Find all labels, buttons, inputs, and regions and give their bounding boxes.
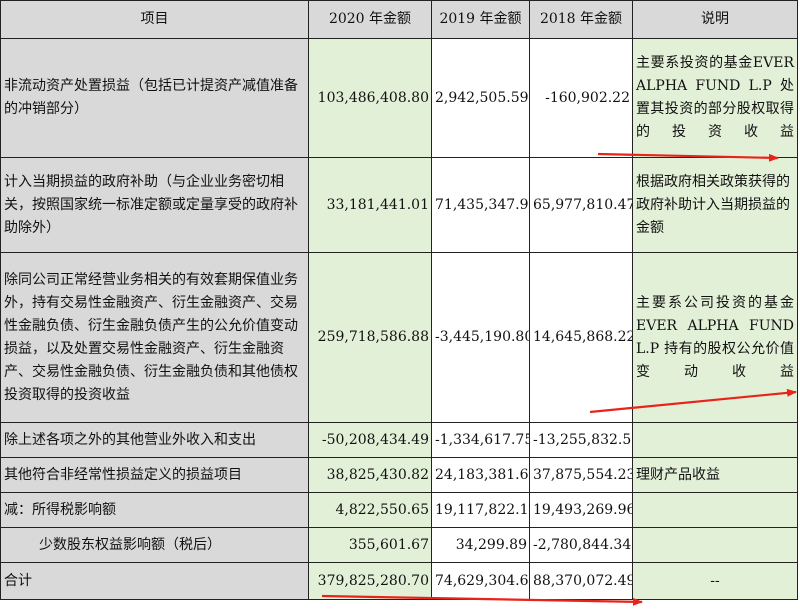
row-2018: 65,977,810.47: [529, 157, 633, 253]
row-note: 理财产品收益: [632, 457, 798, 493]
row-2019: 74,629,304.65: [431, 562, 530, 600]
row-2018: 88,370,072.49: [529, 562, 633, 600]
row-2018: -13,255,832.59: [529, 422, 633, 458]
row-2020: 103,486,408.80: [308, 38, 432, 158]
row-item: 非流动资产处置损益（包括已计提资产减值准备的冲销部分）: [0, 38, 309, 158]
row-note: 根据政府相关政策获得的政府补助计入当期损益的金额: [632, 157, 798, 253]
row-2019: 19,117,822.10: [431, 492, 530, 528]
row-2018: 19,493,269.96: [529, 492, 633, 528]
table-row: 非流动资产处置损益（包括已计提资产减值准备的冲销部分） 103,486,408.…: [0, 38, 798, 158]
row-2020: 259,718,586.88: [308, 252, 432, 423]
non-recurring-gains-table: 项目 2020 年金额 2019 年金额 2018 年金额 说明 非流动资产处置…: [0, 0, 798, 600]
row-2018: -2,780,844.34: [529, 527, 633, 563]
row-note: [632, 527, 798, 563]
header-2018: 2018 年金额: [529, 0, 633, 39]
row-2019: 24,183,381.67: [431, 457, 530, 493]
row-note: --: [632, 562, 798, 600]
row-note: 主要系公司投资的基金EVER ALPHA FUND L.P 持有的股权公允价值变…: [632, 252, 798, 423]
header-2019: 2019 年金额: [431, 0, 530, 39]
row-2020: 379,825,280.70: [308, 562, 432, 600]
row-item: 减：所得税影响额: [0, 492, 309, 528]
row-item: 除同公司正常经营业务相关的有效套期保值业务外，持有交易性金融资产、衍生金融资产、…: [0, 252, 309, 423]
row-2018: 37,875,554.23: [529, 457, 633, 493]
table-row: 少数股东权益影响额（税后） 355,601.67 34,299.89 -2,78…: [0, 527, 798, 563]
row-2020: -50,208,434.49: [308, 422, 432, 458]
row-note: [632, 422, 798, 458]
row-2019: 34,299.89: [431, 527, 530, 563]
row-2019: -3,445,190.80: [431, 252, 530, 423]
header-note: 说明: [632, 0, 798, 39]
total-row: 合计 379,825,280.70 74,629,304.65 88,370,0…: [0, 562, 798, 600]
row-2020: 38,825,430.82: [308, 457, 432, 493]
table-row: 除上述各项之外的其他营业外收入和支出 -50,208,434.49 -1,334…: [0, 422, 798, 458]
row-item: 合计: [0, 562, 309, 600]
row-note: 主要系投资的基金EVER ALPHA FUND L.P 处置其投资的部分股权取得…: [632, 38, 798, 158]
row-item: 除上述各项之外的其他营业外收入和支出: [0, 422, 309, 458]
row-2018: -160,902.22: [529, 38, 633, 158]
table-row: 减：所得税影响额 4,822,550.65 19,117,822.10 19,4…: [0, 492, 798, 528]
row-2020: 4,822,550.65: [308, 492, 432, 528]
row-item: 计入当期损益的政府补助（与企业业务密切相关，按照国家统一标准定额或定量享受的政府…: [0, 157, 309, 253]
row-2018: 14,645,868.22: [529, 252, 633, 423]
header-item: 项目: [0, 0, 309, 39]
row-item: 少数股东权益影响额（税后）: [0, 527, 309, 563]
header-2020: 2020 年金额: [308, 0, 432, 39]
row-2020: 355,601.67: [308, 527, 432, 563]
row-note: [632, 492, 798, 528]
row-item: 其他符合非经常性损益定义的损益项目: [0, 457, 309, 493]
row-2019: 71,435,347.93: [431, 157, 530, 253]
row-2019: -1,334,617.75: [431, 422, 530, 458]
table-row: 其他符合非经常性损益定义的损益项目 38,825,430.82 24,183,3…: [0, 457, 798, 493]
table-row: 计入当期损益的政府补助（与企业业务密切相关，按照国家统一标准定额或定量享受的政府…: [0, 157, 798, 253]
row-2019: 2,942,505.59: [431, 38, 530, 158]
document-page: 项目 2020 年金额 2019 年金额 2018 年金额 说明 非流动资产处置…: [0, 0, 800, 612]
table-row: 除同公司正常经营业务相关的有效套期保值业务外，持有交易性金融资产、衍生金融资产、…: [0, 252, 798, 423]
row-2020: 33,181,441.01: [308, 157, 432, 253]
header-row: 项目 2020 年金额 2019 年金额 2018 年金额 说明: [0, 0, 798, 39]
